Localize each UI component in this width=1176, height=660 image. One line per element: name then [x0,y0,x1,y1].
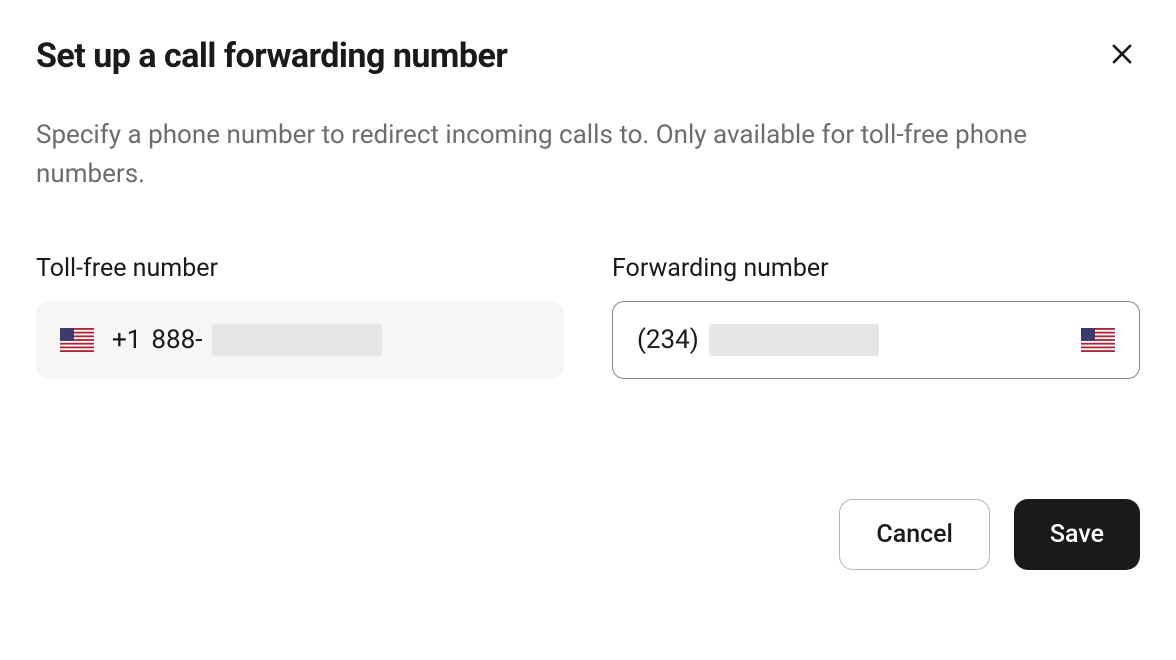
toll-free-label: Toll-free number [36,254,564,283]
toll-free-field: Toll-free number +1 888- [36,254,564,379]
close-button[interactable] [1104,36,1140,75]
toll-free-number-text: +1 888- [112,324,382,356]
save-button[interactable]: Save [1014,499,1140,570]
forwarding-area-code: (234) [637,325,699,355]
fields-row: Toll-free number +1 888- [36,254,1140,379]
cancel-button[interactable]: Cancel [839,499,990,570]
forwarding-label: Forwarding number [612,254,1140,283]
toll-free-redacted [212,324,382,356]
toll-free-input: +1 888- [36,301,564,379]
forwarding-field: Forwarding number (234) [612,254,1140,379]
us-flag-icon [60,328,94,352]
us-flag-icon[interactable] [1081,328,1115,352]
toll-free-area-code: 888- [151,325,202,355]
forwarding-number-text: (234) [637,324,1063,356]
dialog-description: Specify a phone number to redirect incom… [36,116,1116,194]
forwarding-input[interactable]: (234) [612,301,1140,379]
dialog-footer: Cancel Save [36,499,1140,570]
toll-free-country-prefix: +1 [112,325,141,355]
dialog-title: Set up a call forwarding number [36,36,507,76]
close-icon [1108,40,1136,71]
dialog-header: Set up a call forwarding number [36,36,1140,76]
forwarding-redacted [709,324,879,356]
